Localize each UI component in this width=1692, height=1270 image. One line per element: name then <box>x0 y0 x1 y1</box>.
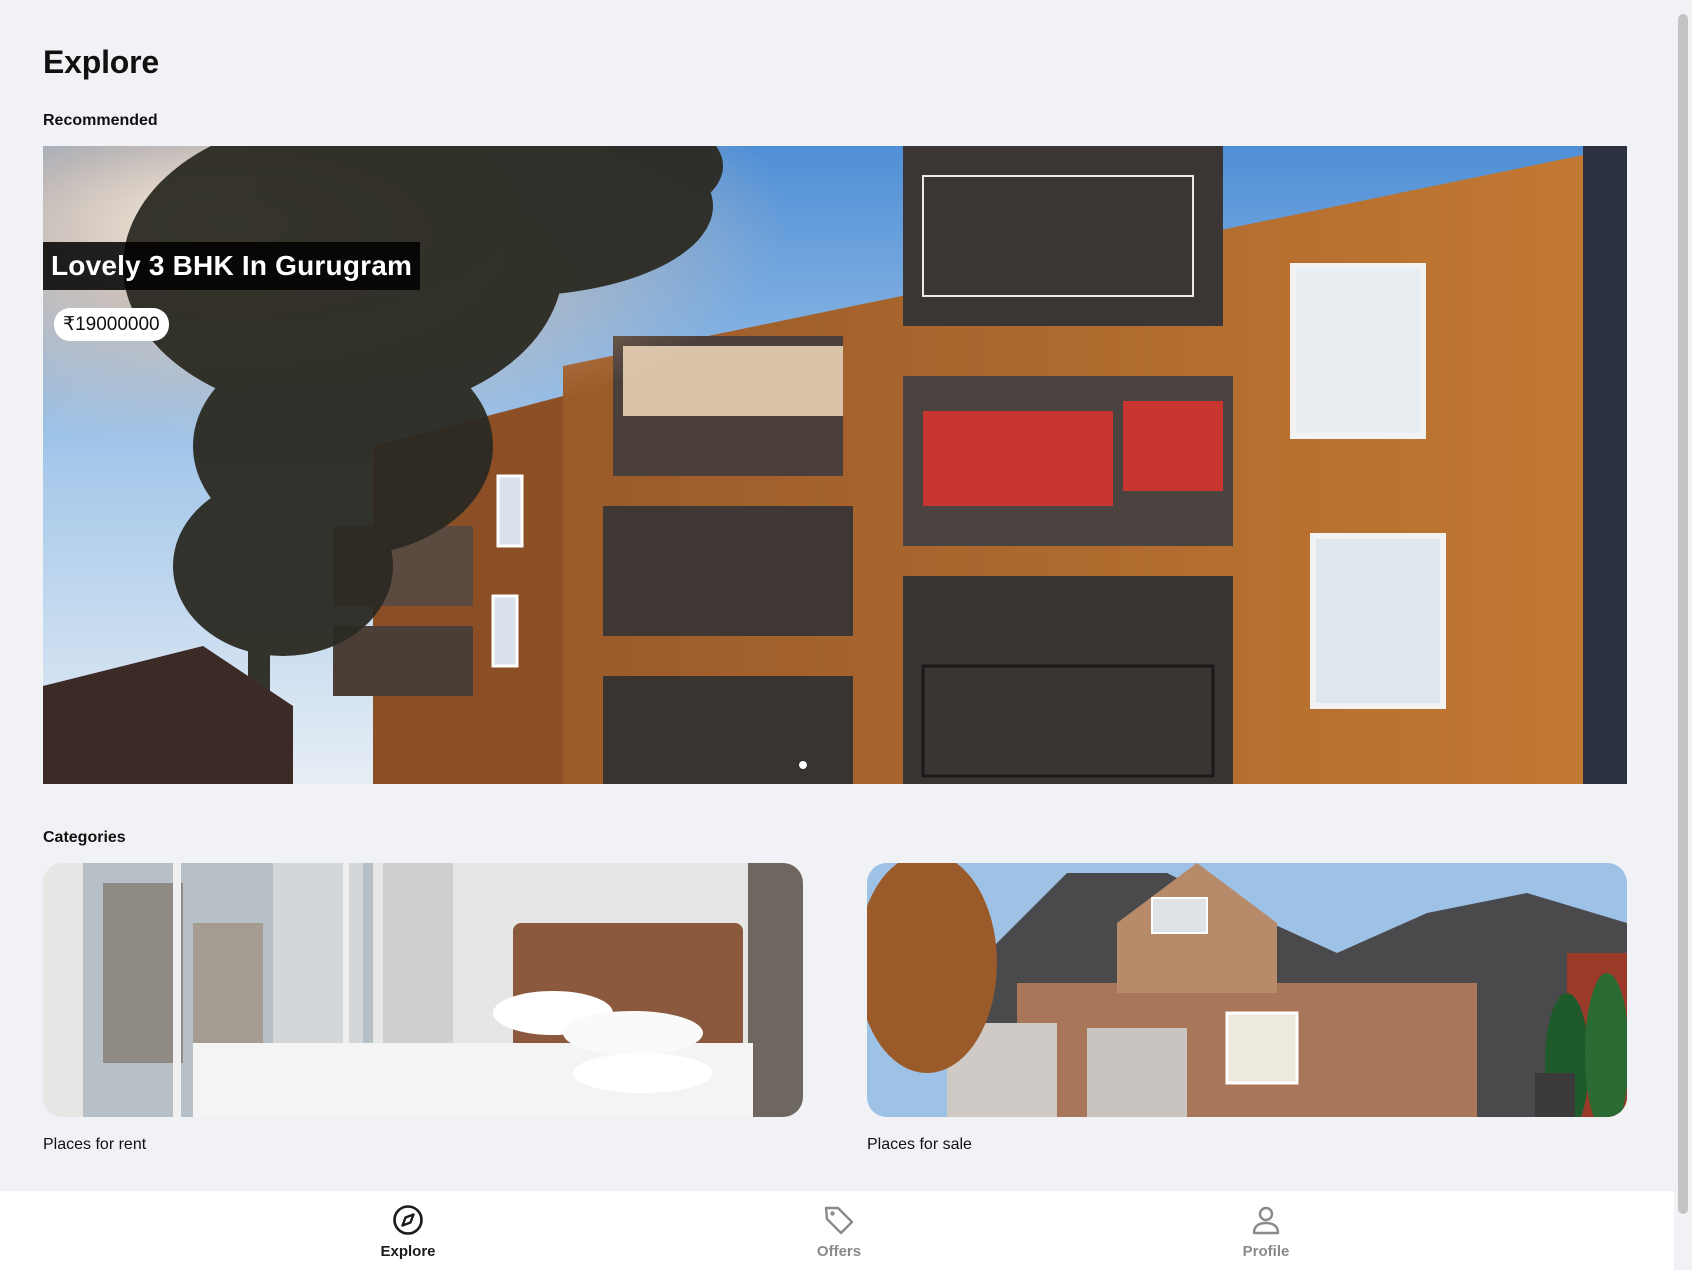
nav-item-profile[interactable]: Profile <box>1186 1203 1346 1260</box>
nav-item-explore[interactable]: Explore <box>328 1203 488 1260</box>
compass-icon <box>393 1205 423 1235</box>
listing-title: Lovely 3 BHK In Gurugram <box>43 242 421 290</box>
tag-icon <box>824 1206 854 1235</box>
category-label-sale: Places for sale <box>867 1136 972 1153</box>
sale-house-photo <box>867 863 1627 1117</box>
rent-bedroom-photo <box>43 863 803 1117</box>
scrollbar[interactable] <box>1674 0 1692 1270</box>
person-icon <box>1252 1206 1280 1235</box>
category-label-rent: Places for rent <box>43 1136 147 1153</box>
nav-label-offers: Offers <box>816 1243 862 1260</box>
listing-price-badge: ₹19000000 <box>54 308 169 341</box>
category-card-sale[interactable] <box>867 863 1627 1117</box>
nav-label-profile: Profile <box>1242 1243 1290 1260</box>
category-card-rent[interactable] <box>43 863 803 1117</box>
nav-label-explore: Explore <box>380 1243 436 1260</box>
recommended-heading: Recommended <box>43 112 158 129</box>
scrollbar-thumb[interactable] <box>1678 14 1688 1214</box>
carousel-indicator-dot[interactable] <box>799 761 807 769</box>
recommended-listing-card[interactable]: Lovely 3 BHK In Gurugram ₹19000000 <box>43 146 1627 784</box>
nav-item-offers[interactable]: Offers <box>759 1203 919 1260</box>
bottom-navigation: Explore Offers Profile <box>0 1191 1674 1270</box>
page-title: Explore <box>43 44 159 80</box>
categories-heading: Categories <box>43 829 126 846</box>
